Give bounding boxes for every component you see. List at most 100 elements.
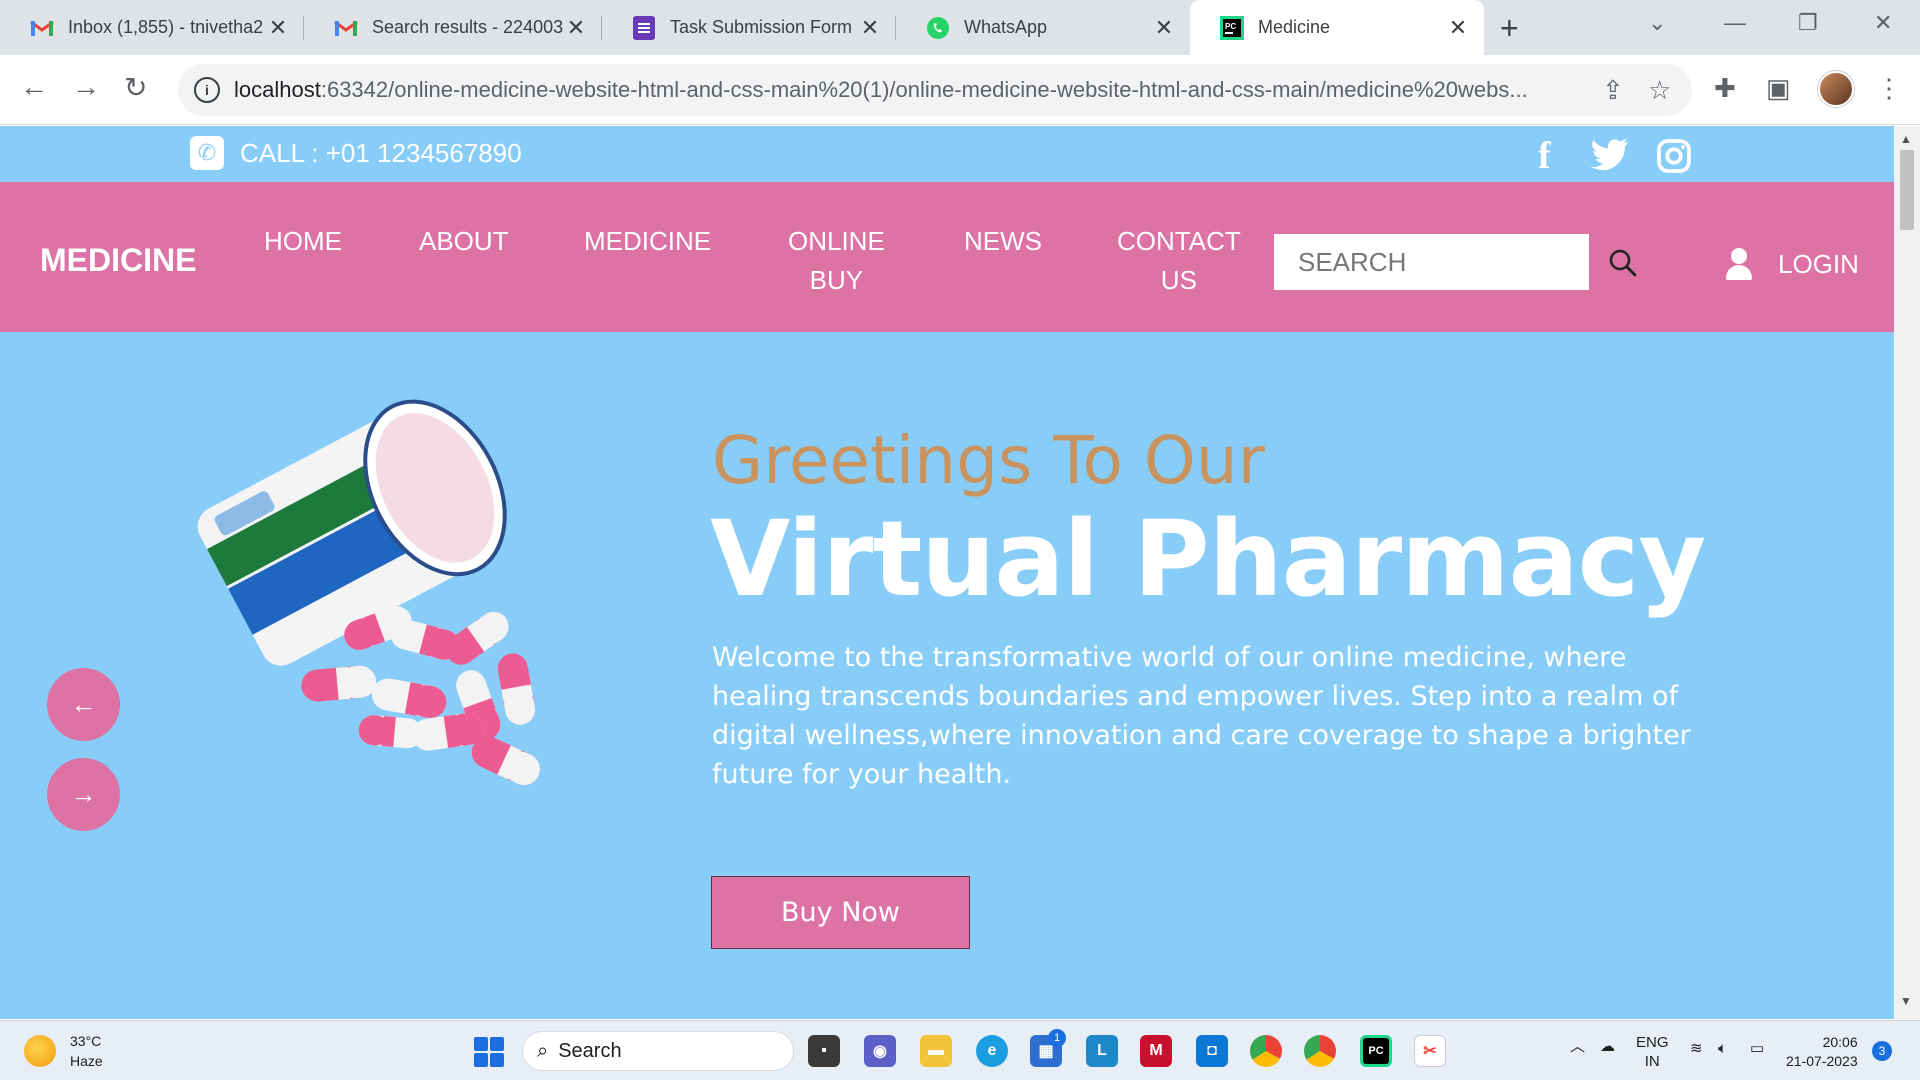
side-panel-icon[interactable]: ▣ bbox=[1766, 73, 1791, 104]
onedrive-cloud-icon[interactable]: ☁ bbox=[1600, 1037, 1615, 1056]
tab-task-form[interactable]: Task Submission Form 1 ✕ bbox=[602, 0, 896, 55]
minimize-button[interactable]: — bbox=[1724, 10, 1746, 36]
hero-description: Welcome to the transformative world of o… bbox=[712, 642, 1691, 790]
close-icon[interactable]: ✕ bbox=[1446, 15, 1470, 41]
language-indicator[interactable]: ENG IN bbox=[1636, 1033, 1669, 1071]
taskbar-search[interactable]: ⌕ Search bbox=[522, 1031, 794, 1071]
hero-greeting: Greetings To Our bbox=[712, 422, 1265, 499]
pycharm-icon[interactable]: PC bbox=[1360, 1035, 1392, 1067]
lang-line1: ENG bbox=[1636, 1034, 1669, 1051]
back-button[interactable]: ← bbox=[20, 71, 48, 103]
nav-online-buy[interactable]: ONLINE BUY bbox=[788, 222, 885, 300]
chrome-icon[interactable] bbox=[1250, 1035, 1282, 1067]
slider-next-button[interactable]: → bbox=[47, 758, 120, 831]
wifi-icon[interactable]: ≋ bbox=[1690, 1039, 1703, 1058]
file-explorer-icon[interactable]: ▬ bbox=[920, 1035, 952, 1067]
taskbar-search-label: Search bbox=[558, 1039, 622, 1062]
arrow-right-icon: → bbox=[70, 779, 97, 809]
snipping-tool-icon[interactable]: ✂ bbox=[1414, 1035, 1446, 1067]
nav-contact-us[interactable]: CONTACT US bbox=[1117, 222, 1241, 300]
windows-start-icon[interactable] bbox=[474, 1037, 504, 1067]
volume-icon[interactable]: 🔈︎ bbox=[1718, 1039, 1727, 1058]
close-icon[interactable]: ✕ bbox=[858, 15, 882, 41]
tab-search-chevron-icon[interactable]: ⌄ bbox=[1648, 10, 1666, 36]
nav-contact-line1: CONTACT bbox=[1117, 226, 1241, 256]
tab-title: WhatsApp bbox=[964, 17, 1048, 37]
menu-icon[interactable]: ⋮ bbox=[1876, 73, 1902, 104]
search-input[interactable]: SEARCH bbox=[1274, 234, 1589, 290]
bookmark-star-icon[interactable]: ☆ bbox=[1648, 75, 1671, 106]
search-icon: ⌕ bbox=[537, 1039, 549, 1062]
main-navbar: MEDICINE HOME ABOUT MEDICINE ONLINE BUY … bbox=[0, 182, 1894, 332]
tab-title: Search results - 2240031 bbox=[372, 17, 564, 37]
tab-title: Task Submission Form 1 bbox=[670, 17, 858, 37]
temperature: 33°C bbox=[70, 1033, 102, 1049]
scrollbar-thumb[interactable] bbox=[1900, 150, 1914, 230]
close-icon[interactable]: ✕ bbox=[266, 15, 290, 41]
clock-time: 20:06 bbox=[1822, 1034, 1858, 1050]
close-window-button[interactable]: ✕ bbox=[1874, 10, 1892, 36]
user-icon bbox=[1724, 248, 1754, 280]
nav-about[interactable]: ABOUT bbox=[419, 222, 509, 261]
call-text: CALL : +01 1234567890 bbox=[240, 137, 522, 168]
os-taskbar: 33°C Haze ⌕ Search ▪ ◉ ▬ e ▦ 1 L M ◘ PC … bbox=[0, 1020, 1920, 1080]
browser-tab-bar: Inbox (1,855) - tnivetha2 ✕ Search resul… bbox=[0, 0, 1920, 55]
tab-medicine[interactable]: PC Medicine ✕ bbox=[1190, 0, 1484, 55]
phone-icon: ✆ bbox=[190, 136, 224, 170]
brand-logo[interactable]: MEDICINE bbox=[40, 242, 196, 279]
nav-news[interactable]: NEWS bbox=[964, 222, 1042, 261]
twitter-icon[interactable] bbox=[1590, 138, 1630, 177]
clock[interactable]: 20:06 21-07-2023 bbox=[1786, 1033, 1858, 1071]
tab-whatsapp[interactable]: WhatsApp ✕ bbox=[896, 0, 1190, 55]
pycharm-icon: PC bbox=[1220, 15, 1244, 40]
address-bar[interactable]: i localhost:63342/online-medicine-websit… bbox=[178, 64, 1692, 116]
web-page: ✆ CALL : +01 1234567890 f MEDICINE HOME … bbox=[0, 126, 1894, 1019]
edge-browser-icon[interactable]: e bbox=[976, 1035, 1008, 1067]
nav-online-buy-line1: ONLINE bbox=[788, 226, 885, 256]
forward-button[interactable]: → bbox=[72, 71, 100, 103]
chrome-profile-icon[interactable] bbox=[1304, 1035, 1336, 1067]
battery-icon[interactable]: ▭ bbox=[1750, 1039, 1764, 1058]
teams-chat-icon[interactable]: ◉ bbox=[864, 1035, 896, 1067]
scroll-down-icon[interactable]: ▼ bbox=[1900, 994, 1912, 1008]
store-badge: 1 bbox=[1048, 1029, 1066, 1047]
url-text[interactable]: localhost:63342/online-medicine-website-… bbox=[234, 77, 1604, 103]
hero-headline: Virtual Pharmacy bbox=[710, 498, 1706, 620]
task-view-icon[interactable]: ▪ bbox=[808, 1035, 840, 1067]
lens-app-icon[interactable]: L bbox=[1086, 1035, 1118, 1067]
instagram-icon[interactable] bbox=[1656, 138, 1692, 179]
tab-search-results[interactable]: Search results - 2240031 ✕ bbox=[304, 0, 602, 55]
pill-bottle-image bbox=[197, 399, 540, 786]
close-icon[interactable]: ✕ bbox=[564, 15, 588, 41]
profile-avatar[interactable] bbox=[1818, 71, 1854, 107]
slider-prev-button[interactable]: ← bbox=[47, 668, 120, 741]
app-square-icon[interactable]: ◘ bbox=[1196, 1035, 1228, 1067]
reload-button[interactable]: ↻ bbox=[124, 71, 147, 104]
tab-title: Inbox (1,855) - tnivetha2 bbox=[68, 17, 264, 37]
buy-now-button[interactable]: Buy Now bbox=[711, 876, 970, 949]
search-icon[interactable] bbox=[1606, 246, 1640, 280]
site-info-icon[interactable]: i bbox=[194, 77, 220, 103]
search-placeholder: SEARCH bbox=[1298, 246, 1407, 277]
weather-widget[interactable]: 33°C Haze bbox=[24, 1031, 103, 1071]
login-link[interactable]: LOGIN bbox=[1724, 248, 1859, 280]
new-tab-button[interactable]: + bbox=[1500, 10, 1519, 47]
notification-badge[interactable]: 3 bbox=[1872, 1041, 1892, 1061]
mcafee-icon[interactable]: M bbox=[1140, 1035, 1172, 1067]
facebook-icon[interactable]: f bbox=[1538, 134, 1551, 178]
weather-haze-icon bbox=[24, 1035, 56, 1067]
tab-inbox[interactable]: Inbox (1,855) - tnivetha2 ✕ bbox=[0, 0, 304, 55]
nav-home[interactable]: HOME bbox=[264, 222, 342, 261]
restore-button[interactable]: ❐ bbox=[1798, 10, 1818, 36]
close-icon[interactable]: ✕ bbox=[1152, 15, 1176, 41]
forms-icon bbox=[632, 15, 656, 40]
show-hidden-icons-chevron[interactable]: ︿ bbox=[1570, 1037, 1585, 1056]
svg-text:PC: PC bbox=[1225, 22, 1236, 31]
scroll-up-icon[interactable]: ▲ bbox=[1900, 132, 1912, 146]
page-scrollbar[interactable]: ▲ ▼ bbox=[1894, 126, 1920, 1019]
nav-medicine[interactable]: MEDICINE bbox=[584, 222, 711, 261]
extensions-icon[interactable]: ✚ bbox=[1714, 73, 1736, 104]
nav-contact-line2: US bbox=[1160, 265, 1197, 295]
tab-title: Medicine bbox=[1258, 17, 1331, 37]
share-icon[interactable]: ⇪ bbox=[1602, 75, 1624, 106]
